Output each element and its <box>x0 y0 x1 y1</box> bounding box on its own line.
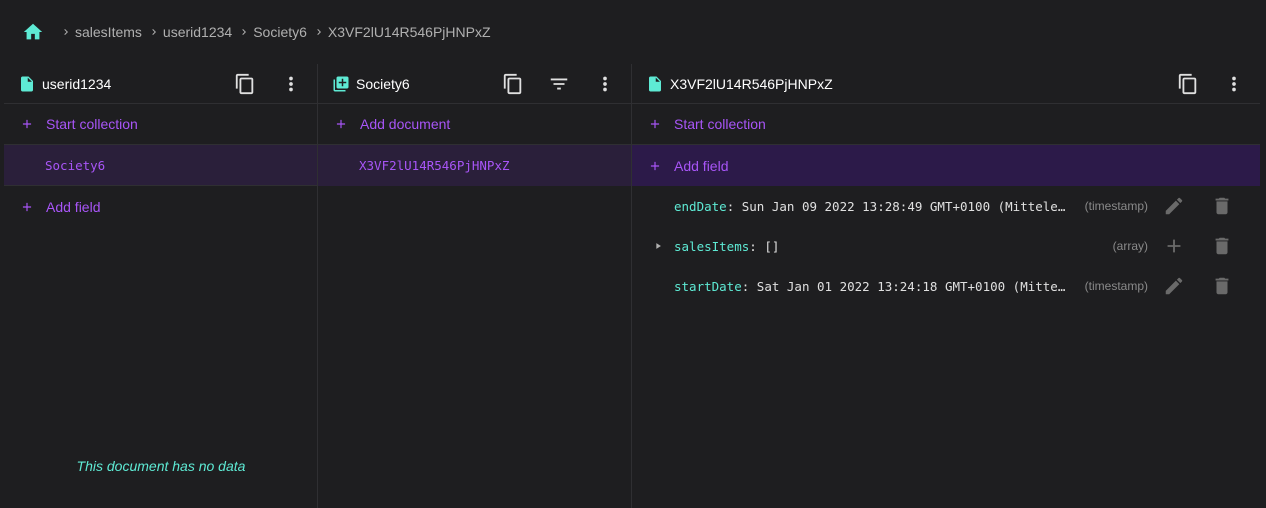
add-array-item-button[interactable] <box>1162 234 1186 258</box>
panel-document-userid: userid1234 Start collection Society6 Add… <box>4 64 318 508</box>
start-collection-label: Start collection <box>46 116 138 132</box>
copy-button[interactable] <box>497 68 529 100</box>
copy-button[interactable] <box>1172 68 1204 100</box>
copy-icon <box>503 73 522 94</box>
panel-document-fields: X3VF2lU14R546PjHNPxZ Start collection Ad <box>632 64 1260 508</box>
field-text: startDate: Sat Jan 01 2022 13:24:18 GMT+… <box>674 279 1072 294</box>
document-icon <box>646 75 664 93</box>
add-field-button[interactable]: Add field <box>4 186 317 227</box>
list-item-collection[interactable]: Society6 <box>4 145 317 186</box>
trash-icon <box>1215 277 1229 295</box>
edit-field-button[interactable] <box>1162 274 1186 298</box>
panel-collection-society6: Society6 Add document X3VF2lU14R546PjHNP… <box>318 64 632 508</box>
field-row-startdate[interactable]: startDate: Sat Jan 01 2022 13:24:18 GMT+… <box>632 266 1260 306</box>
breadcrumb-item-society6[interactable]: Society6 <box>238 24 313 40</box>
field-row-salesitems[interactable]: salesItems: [] (array) <box>632 226 1260 266</box>
document-icon <box>18 75 36 93</box>
field-key: endDate <box>674 198 727 214</box>
more-options-button[interactable] <box>275 68 307 100</box>
panel-header: Society6 <box>318 64 631 104</box>
panel-title: Society6 <box>356 75 410 92</box>
firestore-data-viewer: salesItems userid1234 Society6 X3VF2lU14… <box>0 0 1266 508</box>
chevron-right-icon <box>238 26 250 38</box>
field-type: (timestamp) <box>1084 279 1148 293</box>
panel-header: userid1234 <box>4 64 317 104</box>
home-icon[interactable] <box>22 21 44 43</box>
chevron-right-icon <box>148 26 160 38</box>
more-options-button[interactable] <box>1218 68 1250 100</box>
add-document-label: Add document <box>360 116 451 132</box>
plus-icon <box>1167 239 1181 253</box>
collection-icon <box>332 75 350 93</box>
start-collection-label: Start collection <box>674 116 766 132</box>
delete-field-button[interactable] <box>1210 194 1234 218</box>
panel-title: X3VF2lU14R546PjHNPxZ <box>670 75 833 92</box>
list-item-document[interactable]: X3VF2lU14R546PjHNPxZ <box>318 145 631 186</box>
field-value: Sun Jan 09 2022 13:28:49 GMT+0100 (Mitte… <box>741 198 1072 214</box>
field-separator: : <box>749 238 765 254</box>
field-key: salesItems <box>674 238 750 254</box>
trash-icon <box>1215 237 1229 255</box>
delete-field-button[interactable] <box>1210 274 1234 298</box>
copy-icon <box>235 73 254 94</box>
more-vert-icon <box>603 76 607 91</box>
plus-icon <box>648 117 662 131</box>
add-field-label: Add field <box>674 157 729 174</box>
edit-field-button[interactable] <box>1162 194 1186 218</box>
breadcrumb-item-userid[interactable]: userid1234 <box>148 24 238 40</box>
field-value: Sat Jan 01 2022 13:24:18 GMT+0100 (Mitte… <box>756 278 1072 294</box>
plus-icon <box>20 117 34 131</box>
trash-icon <box>1215 197 1229 215</box>
panel-header: X3VF2lU14R546PjHNPxZ <box>632 64 1260 104</box>
field-separator: : <box>726 198 742 214</box>
filter-button[interactable] <box>543 68 575 100</box>
add-field-button[interactable]: Add field <box>632 145 1260 186</box>
field-row-enddate[interactable]: endDate: Sun Jan 09 2022 13:28:49 GMT+01… <box>632 186 1260 226</box>
plus-icon <box>334 117 348 131</box>
breadcrumb-item-salesitems[interactable]: salesItems <box>60 24 148 40</box>
start-collection-button[interactable]: Start collection <box>632 104 1260 145</box>
field-text: salesItems: [] <box>674 239 1072 254</box>
filter-icon <box>550 78 568 89</box>
breadcrumb-label: userid1234 <box>162 24 233 40</box>
pencil-icon <box>1165 197 1183 215</box>
panel-title: userid1234 <box>42 75 112 92</box>
pencil-icon <box>1165 277 1183 295</box>
start-collection-button[interactable]: Start collection <box>4 104 317 145</box>
panels: userid1234 Start collection Society6 Add… <box>4 64 1266 508</box>
add-field-label: Add field <box>46 198 101 215</box>
more-vert-icon <box>1232 76 1236 91</box>
add-document-button[interactable]: Add document <box>318 104 631 145</box>
plus-icon <box>20 200 34 214</box>
field-separator: : <box>741 278 757 294</box>
field-key: startDate <box>674 278 742 294</box>
breadcrumb: salesItems userid1234 Society6 X3VF2lU14… <box>0 0 1266 64</box>
breadcrumb-label: Society6 <box>253 24 307 40</box>
field-type: (timestamp) <box>1084 199 1148 213</box>
field-value: [] <box>764 238 780 254</box>
breadcrumb-label: X3VF2lU14R546PjHNPxZ <box>327 24 491 40</box>
copy-button[interactable] <box>229 68 261 100</box>
breadcrumb-item-document[interactable]: X3VF2lU14R546PjHNPxZ <box>313 24 497 40</box>
field-text: endDate: Sun Jan 09 2022 13:28:49 GMT+01… <box>674 199 1072 214</box>
more-vert-icon <box>289 76 293 91</box>
delete-field-button[interactable] <box>1210 234 1234 258</box>
field-type: (array) <box>1112 239 1148 253</box>
chevron-right-icon[interactable] <box>653 241 663 251</box>
no-data-message: This document has no data <box>76 458 246 474</box>
more-options-button[interactable] <box>589 68 621 100</box>
chevron-right-icon <box>60 26 72 38</box>
plus-icon <box>648 159 662 173</box>
copy-icon <box>1178 73 1197 94</box>
chevron-right-icon <box>313 26 325 38</box>
breadcrumb-label: salesItems <box>75 24 142 40</box>
